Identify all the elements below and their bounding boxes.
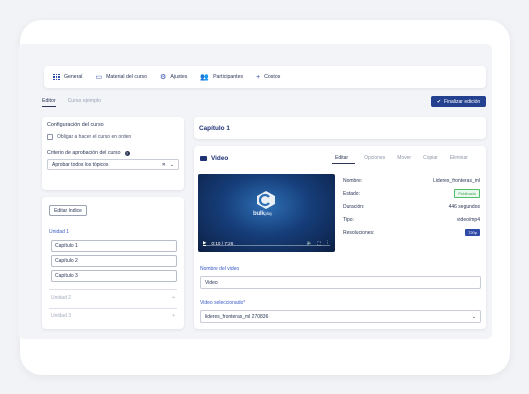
chapter-item[interactable]: Capítulo 1 bbox=[51, 240, 177, 252]
resolution-badge: 720p bbox=[465, 229, 480, 236]
tab-delete[interactable]: Eliminar bbox=[447, 155, 477, 164]
chevron-down-icon[interactable]: ⌄ bbox=[170, 162, 174, 168]
nav-item-settings[interactable]: ⚙ Ajustes bbox=[160, 74, 187, 81]
course-index-card: Editar índice Unidad 1 Capítulo 1 Capítu… bbox=[42, 197, 184, 329]
finalize-label: Finalizar edición bbox=[444, 98, 481, 105]
plus-icon[interactable]: + bbox=[172, 295, 175, 301]
tab-course-example[interactable]: Curso ejemplo bbox=[68, 98, 101, 107]
unit-2-label: Unidad 2 bbox=[51, 294, 72, 301]
chapter-header: Capítulo 1 bbox=[194, 117, 486, 139]
tab-options[interactable]: Opciones bbox=[361, 155, 394, 164]
edit-index-button[interactable]: Editar índice bbox=[49, 205, 87, 216]
unit-1-label[interactable]: Unidad 1 bbox=[49, 229, 179, 235]
nav-label: Ajustes bbox=[170, 74, 188, 80]
meta-value: video/mp4 bbox=[456, 216, 480, 223]
video-card: Video Editar Opciones Mover Copiar Elimi… bbox=[194, 146, 486, 329]
help-icon[interactable]: ? bbox=[124, 150, 130, 156]
meta-label: Tipo: bbox=[343, 216, 354, 223]
nav-item-general[interactable]: General bbox=[53, 73, 83, 81]
tab-move[interactable]: Mover bbox=[394, 155, 420, 164]
selected-video-select[interactable]: lideres_fronteras_ml 270836 ⌄ bbox=[200, 310, 481, 323]
play-icon[interactable]: ▶ bbox=[203, 240, 207, 246]
criterion-select[interactable]: Aprobar todos los tópicos ✕ ⌄ bbox=[47, 159, 179, 170]
order-checkbox-row[interactable]: Obligar a hacer el curso en orden bbox=[47, 134, 179, 140]
meta-label: Duración: bbox=[343, 203, 365, 210]
camera-icon bbox=[200, 156, 207, 161]
video-metadata: Nombre: Lideres_fronteras_ml Estado: Pub… bbox=[343, 174, 480, 239]
nav-label: Costos bbox=[264, 74, 281, 80]
tab-edit[interactable]: Editar bbox=[332, 155, 356, 164]
nav-item-material[interactable]: ▭ Material del curso bbox=[95, 74, 147, 81]
selected-video-value: lideres_fronteras_ml 270836 bbox=[205, 313, 269, 320]
order-checkbox[interactable] bbox=[47, 134, 53, 140]
brand-logo-text: bulkplay bbox=[253, 211, 273, 217]
book-icon: ▭ bbox=[95, 73, 103, 81]
selected-video-label: Video seleccionado* bbox=[200, 300, 246, 306]
nav-label: Participantes bbox=[213, 74, 244, 80]
order-label: Obligar a hacer el curso en orden bbox=[57, 134, 132, 140]
course-config-card: Configuración del curso Obligar a hacer … bbox=[42, 117, 184, 190]
video-player[interactable]: bulkplay ▶ 0:10 / 7:26 🔈 ⛶ ⋮ bbox=[198, 174, 335, 252]
finalize-edit-button[interactable]: ✔ Finalizar edición bbox=[431, 96, 486, 107]
tab-editor[interactable]: Editor bbox=[42, 98, 56, 107]
nav-item-participants[interactable]: 👥 Participantes bbox=[200, 74, 243, 81]
chapter-item[interactable]: Capítulo 2 bbox=[51, 255, 177, 267]
nav-label: General bbox=[64, 74, 83, 80]
grid-icon bbox=[53, 73, 60, 81]
meta-label: Resoluciones: bbox=[343, 229, 375, 236]
meta-label: Estado: bbox=[343, 190, 360, 197]
plus-icon: + bbox=[256, 73, 261, 81]
video-tabs: Editar Opciones Mover Copiar Eliminar bbox=[332, 155, 477, 164]
video-title-text: Video bbox=[211, 155, 229, 162]
criterion-value: Aprobar todos los tópicos bbox=[52, 161, 109, 168]
fullscreen-icon[interactable]: ⛶ bbox=[317, 241, 320, 246]
gear-icon: ⚙ bbox=[160, 73, 167, 81]
plus-icon[interactable]: + bbox=[172, 313, 175, 319]
meta-label: Nombre: bbox=[343, 177, 363, 184]
divider bbox=[49, 289, 177, 290]
criterion-label: Criterio de aprobación del curso bbox=[47, 150, 121, 156]
nav-item-costs[interactable]: + Costos bbox=[256, 74, 280, 81]
divider bbox=[49, 307, 177, 309]
meta-value: Lideres_fronteras_ml bbox=[433, 177, 480, 184]
status-badge: Publicado bbox=[454, 189, 480, 198]
clear-icon[interactable]: ✕ bbox=[162, 162, 166, 168]
bulkplay-logo-icon bbox=[257, 191, 275, 209]
top-nav: General ▭ Material del curso ⚙ Ajustes 👥… bbox=[44, 66, 486, 88]
player-controls: ▶ 0:10 / 7:26 🔈 ⛶ ⋮ bbox=[198, 234, 335, 252]
video-name-label: Nombre del video bbox=[200, 266, 240, 272]
chevron-down-icon[interactable]: ⌄ bbox=[472, 314, 476, 320]
chapter-item[interactable]: Capítulo 3 bbox=[51, 270, 177, 282]
config-title: Configuración del curso bbox=[47, 122, 104, 128]
check-icon: ✔ bbox=[436, 98, 442, 105]
unit-3-row[interactable]: Unidad 3 + bbox=[51, 313, 175, 319]
meta-value: 446 segundos bbox=[448, 203, 480, 210]
video-name-value: Video bbox=[205, 279, 218, 286]
more-icon[interactable]: ⋮ bbox=[325, 240, 330, 246]
video-name-input[interactable]: Video bbox=[200, 276, 481, 289]
users-icon: 👥 bbox=[200, 73, 210, 81]
sub-tabs: Editor Curso ejemplo bbox=[42, 98, 101, 107]
nav-label: Material del curso bbox=[106, 74, 148, 80]
chapter-title: Capítulo 1 bbox=[199, 124, 230, 132]
volume-icon[interactable]: 🔈 bbox=[306, 240, 312, 246]
unit-2-row[interactable]: Unidad 2 + bbox=[51, 295, 175, 301]
unit-3-label: Unidad 3 bbox=[51, 313, 72, 320]
criterion-label-row: Criterio de aprobación del curso ? bbox=[47, 150, 179, 156]
tab-copy[interactable]: Copiar bbox=[420, 155, 447, 164]
time-readout: 0:10 / 7:26 bbox=[211, 240, 234, 246]
video-title: Video bbox=[200, 155, 228, 162]
